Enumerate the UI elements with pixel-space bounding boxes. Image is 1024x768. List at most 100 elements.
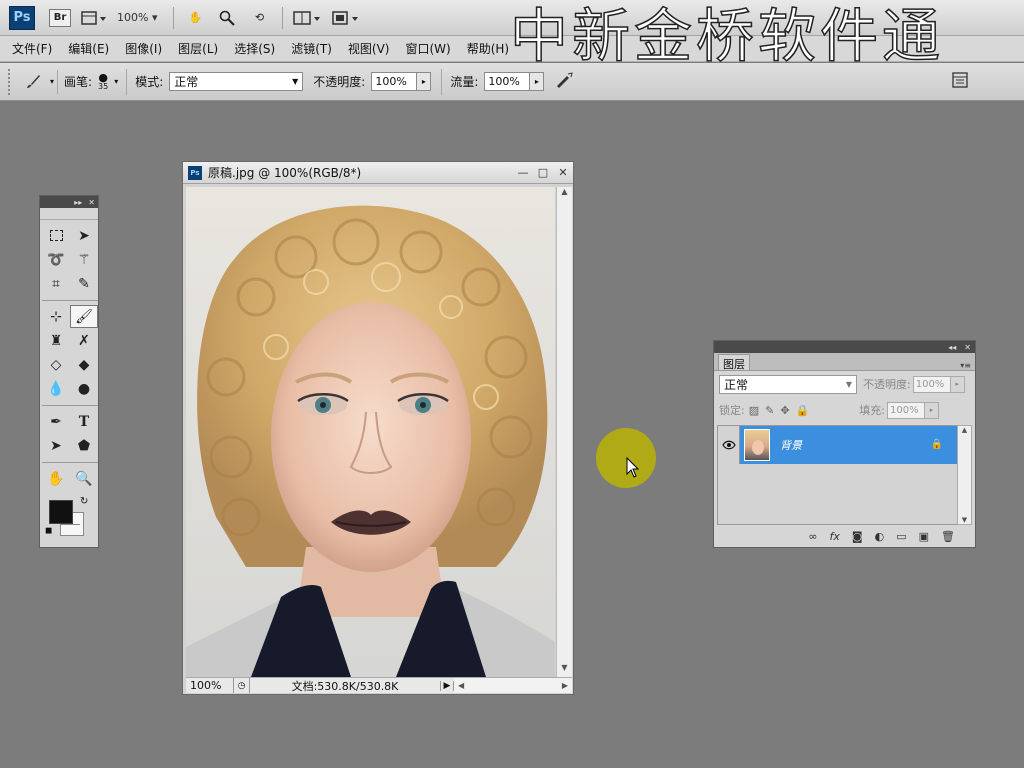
lasso-tool[interactable]: ➰: [42, 248, 70, 271]
menu-layer[interactable]: 图层(L): [178, 40, 218, 57]
rotate-view-button[interactable]: ⟲: [248, 7, 270, 29]
default-colors-icon[interactable]: ◼: [45, 526, 52, 536]
type-tool[interactable]: T: [70, 410, 98, 433]
opacity-slider-toggle[interactable]: ▸: [417, 72, 432, 91]
toolbox-grip[interactable]: [40, 208, 98, 220]
crop-icon: ⌗: [52, 275, 60, 292]
foreground-color[interactable]: [49, 500, 73, 524]
image-canvas[interactable]: [186, 187, 555, 677]
horizontal-scrollbar[interactable]: ◀ ▶: [454, 678, 572, 693]
clone-stamp-tool[interactable]: ♜: [42, 329, 70, 352]
visibility-toggle[interactable]: [718, 425, 740, 464]
eyedropper-tool[interactable]: ✎: [70, 272, 98, 295]
toolbox-header[interactable]: ▸▸ ✕: [40, 196, 98, 208]
tool-preset-picker[interactable]: ▾: [22, 69, 58, 94]
path-selection-tool[interactable]: ➤: [42, 434, 70, 457]
lock-all-icon[interactable]: 🔒: [796, 404, 810, 417]
new-group-icon[interactable]: ▭: [896, 530, 906, 543]
blend-mode-select[interactable]: 正常 ▼: [719, 374, 857, 394]
mode-select[interactable]: 正常 ▼: [169, 72, 304, 91]
tab-layers[interactable]: 图层: [718, 354, 750, 371]
vertical-scrollbar[interactable]: ▲ ▼: [556, 187, 572, 677]
menu-select[interactable]: 选择(S): [234, 40, 275, 57]
close-icon[interactable]: ✕: [88, 198, 95, 207]
collapse-icon[interactable]: ▸▸: [74, 198, 82, 207]
chevron-down-icon[interactable]: ▾: [114, 77, 118, 86]
shape-tool[interactable]: ⬟: [70, 434, 98, 457]
zoom-tool[interactable]: 🔍: [70, 467, 98, 490]
move-tool[interactable]: ➤: [70, 224, 98, 247]
swap-colors-icon[interactable]: ↻: [80, 496, 88, 507]
layers-panel-header[interactable]: ◂◂ ✕: [714, 341, 975, 353]
history-brush-tool[interactable]: ✗: [70, 329, 98, 352]
spot-healing-tool[interactable]: ⊹: [42, 305, 70, 328]
marquee-tool[interactable]: [42, 224, 70, 247]
bridge-button[interactable]: Br: [49, 7, 71, 29]
document-titlebar[interactable]: Ps 原稿.jpg @ 100%(RGB/8*) — □ ✕: [183, 162, 573, 184]
layer-selected[interactable]: 背景 🔒: [740, 425, 957, 464]
menu-file[interactable]: 文件(F): [12, 40, 52, 57]
document-window: Ps 原稿.jpg @ 100%(RGB/8*) — □ ✕ ▲ ▼ 100% …: [182, 161, 574, 695]
close-icon[interactable]: ✕: [964, 343, 971, 352]
status-zoom[interactable]: 100%: [186, 678, 234, 693]
minimize-icon[interactable]: —: [513, 166, 533, 179]
scroll-down-icon[interactable]: ▼: [962, 516, 967, 524]
layer-row[interactable]: 背景 🔒: [718, 425, 957, 464]
brush-tool[interactable]: 🖌: [70, 305, 98, 328]
blur-tool[interactable]: 💧: [42, 377, 70, 400]
layers-scrollbar[interactable]: ▲ ▼: [957, 425, 972, 525]
scroll-down-icon[interactable]: ▼: [557, 663, 572, 677]
status-info-icon[interactable]: ◷: [234, 678, 250, 693]
zoom-level-select[interactable]: 100% ▾: [117, 11, 157, 24]
options-grip[interactable]: [8, 68, 14, 95]
menu-filter[interactable]: 滤镜(T): [291, 40, 332, 57]
adjustment-layer-icon[interactable]: ◐: [875, 530, 885, 543]
menu-image[interactable]: 图像(I): [125, 40, 162, 57]
maximize-icon[interactable]: □: [533, 166, 553, 179]
lock-transparent-icon[interactable]: ▨: [749, 404, 759, 417]
fill-toggle[interactable]: ▸: [924, 401, 939, 419]
magic-wand-tool[interactable]: ⚚: [70, 248, 98, 271]
status-menu-arrow[interactable]: ▶: [440, 680, 454, 691]
new-layer-icon[interactable]: ▣: [919, 530, 929, 543]
crop-tool[interactable]: ⌗: [42, 272, 70, 295]
arrange-documents-button[interactable]: [293, 7, 321, 29]
hand-tool[interactable]: ✋: [42, 467, 70, 490]
flow-slider-toggle[interactable]: ▸: [530, 72, 545, 91]
menu-window[interactable]: 窗口(W): [405, 40, 450, 57]
dodge-icon: ●: [77, 380, 91, 397]
brush-size-picker[interactable]: ● 35: [98, 72, 108, 91]
dodge-tool[interactable]: ●: [70, 377, 98, 400]
scroll-right-icon[interactable]: ▶: [562, 681, 568, 690]
layer-style-icon[interactable]: fx: [830, 530, 840, 543]
airbrush-button[interactable]: [554, 71, 574, 92]
close-icon[interactable]: ✕: [553, 166, 573, 179]
link-layers-icon[interactable]: ∞: [808, 530, 817, 543]
scroll-up-icon[interactable]: ▲: [557, 187, 572, 201]
layer-opacity-toggle[interactable]: ▸: [950, 375, 965, 393]
screen-mode-button[interactable]: [331, 7, 359, 29]
pen-tool[interactable]: ✒: [42, 410, 70, 433]
collapse-icon[interactable]: ◂◂: [948, 343, 956, 352]
menu-view[interactable]: 视图(V): [348, 40, 390, 57]
layer-opacity-input[interactable]: 100%: [912, 375, 951, 393]
fill-input[interactable]: 100%: [886, 401, 925, 419]
opacity-input[interactable]: 100%: [371, 72, 418, 91]
scroll-left-icon[interactable]: ◀: [458, 681, 464, 690]
toolbox-panel: ▸▸ ✕ ➤ ➰ ⚚ ⌗ ✎ ⊹ 🖌 ♜ ✗ ◇ ◆ 💧 ● ✒ T ➤ ⬟ ✋…: [39, 195, 99, 548]
lock-position-icon[interactable]: ✥: [780, 404, 789, 417]
menu-edit[interactable]: 编辑(E): [68, 40, 109, 57]
zoom-tool-button[interactable]: [216, 7, 238, 29]
menu-help[interactable]: 帮助(H): [467, 40, 509, 57]
paint-bucket-tool[interactable]: ◆: [70, 353, 98, 376]
panel-menu-icon[interactable]: ▾≡: [960, 361, 975, 370]
flow-input[interactable]: 100%: [484, 72, 531, 91]
lock-pixels-icon[interactable]: ✎: [765, 404, 774, 417]
panel-well-button[interactable]: [952, 72, 968, 91]
scroll-up-icon[interactable]: ▲: [962, 426, 967, 434]
view-extras-button[interactable]: [81, 7, 107, 29]
layer-mask-icon[interactable]: ◙: [852, 530, 863, 543]
hand-tool-button[interactable]: ✋: [184, 7, 206, 29]
delete-layer-icon[interactable]: 🗑: [941, 530, 955, 543]
eraser-tool[interactable]: ◇: [42, 353, 70, 376]
